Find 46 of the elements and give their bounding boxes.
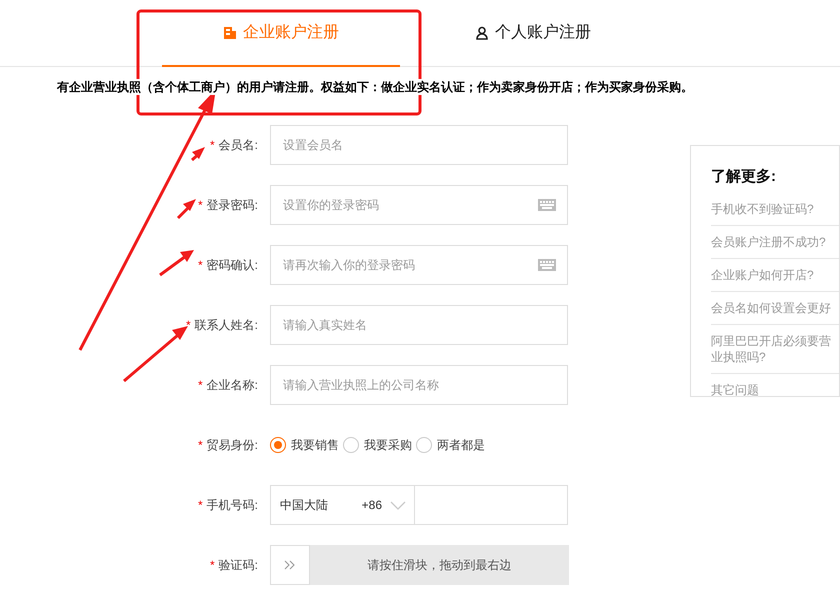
help-link[interactable]: 会员账户注册不成功? <box>711 226 839 258</box>
building-icon <box>223 26 237 40</box>
field-label: 验证码: <box>218 557 258 574</box>
field-label: 登录密码: <box>206 197 258 214</box>
radio-option[interactable]: 我要销售 <box>270 436 339 454</box>
input-field[interactable]: 请再次输入你的登录密码 <box>270 245 568 285</box>
field-label: 会员名: <box>218 137 258 154</box>
field-label: 企业名称: <box>206 377 258 394</box>
person-icon <box>475 26 489 40</box>
required-mark: * <box>210 137 215 154</box>
required-mark: * <box>198 197 203 214</box>
help-link[interactable]: 会员名如何设置会更好 <box>711 292 839 324</box>
required-mark: * <box>186 317 191 334</box>
input-field[interactable]: 设置会员名 <box>270 125 568 165</box>
field-label: 联系人姓名: <box>194 317 258 334</box>
help-title: 了解更多: <box>711 167 777 187</box>
required-mark: * <box>210 557 215 574</box>
chevron-down-icon <box>390 500 406 510</box>
help-link[interactable]: 阿里巴巴开店必须要营业执照吗? <box>711 324 839 374</box>
required-mark: * <box>198 257 203 274</box>
field-label: 密码确认: <box>206 257 258 274</box>
slider-handle[interactable] <box>270 545 310 585</box>
radio-option[interactable]: 我要采购 <box>343 436 412 454</box>
required-mark: * <box>198 497 203 514</box>
country-select[interactable]: 中国大陆 +86 <box>270 485 415 525</box>
phone-input[interactable] <box>415 485 568 525</box>
field-label: 贸易身份: <box>206 437 258 454</box>
tab[interactable]: 企业账户注册 <box>162 0 400 67</box>
keyboard-icon <box>538 259 556 271</box>
help-link[interactable]: 其它问题 <box>711 374 839 406</box>
keyboard-icon <box>538 199 556 211</box>
help-link[interactable]: 企业账户如何开店? <box>711 258 839 292</box>
tab[interactable]: 个人账户注册 <box>420 0 646 67</box>
radio-option[interactable]: 两者都是 <box>416 436 485 454</box>
double-chevron-icon <box>284 560 296 570</box>
slider-hint: 请按住滑块，拖动到最右边 <box>366 557 512 574</box>
field-label: 手机号码: <box>206 497 258 514</box>
input-field[interactable]: 设置你的登录密码 <box>270 185 568 225</box>
input-field[interactable]: 请输入营业执照上的公司名称 <box>270 365 568 405</box>
radio-button[interactable] <box>270 437 286 453</box>
required-mark: * <box>198 377 203 394</box>
radio-button[interactable] <box>343 437 359 453</box>
help-link[interactable]: 手机收不到验证码? <box>711 192 839 226</box>
input-field[interactable]: 请输入真实姓名 <box>270 305 568 345</box>
radio-button[interactable] <box>416 437 432 453</box>
required-mark: * <box>198 437 203 454</box>
